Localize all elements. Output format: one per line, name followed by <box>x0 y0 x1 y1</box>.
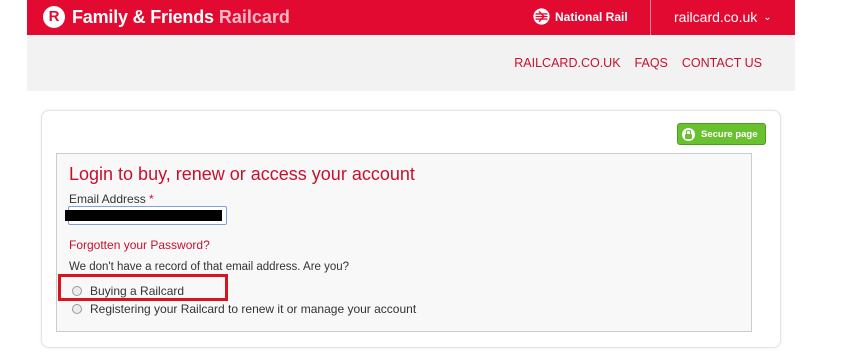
option-registering-label: Registering your Railcard to renew it or… <box>90 302 417 316</box>
site-menu-label: railcard.co.uk <box>674 9 758 25</box>
secondary-nav: RAILCARD.CO.UK FAQS CONTACT US <box>27 35 795 91</box>
email-not-found-message: We don't have a record of that email add… <box>69 261 350 273</box>
option-registering-railcard[interactable]: Registering your Railcard to renew it or… <box>72 302 416 316</box>
nav-link-contact-us[interactable]: CONTACT US <box>682 56 762 70</box>
email-label: Email Address * <box>69 192 154 206</box>
national-rail-logo: National Rail <box>533 8 628 25</box>
radio-registering-railcard[interactable] <box>72 304 82 314</box>
login-form-panel: Login to buy, renew or access your accou… <box>56 153 752 332</box>
national-rail-label: National Rail <box>555 9 628 24</box>
redacted-email-overlay <box>65 210 222 221</box>
nav-link-faqs[interactable]: FAQS <box>635 56 668 70</box>
chevron-down-icon: ⌄ <box>763 11 772 23</box>
secure-page-label: Secure page <box>701 128 758 140</box>
required-marker: * <box>149 192 154 206</box>
site-menu-dropdown[interactable]: railcard.co.uk ⌄ <box>674 9 772 25</box>
header-divider <box>650 0 651 35</box>
brand-name-secondary: Railcard <box>218 6 290 27</box>
login-heading: Login to buy, renew or access your accou… <box>69 164 415 184</box>
secure-page-badge: Secure page <box>677 123 766 145</box>
national-rail-icon <box>533 8 550 25</box>
top-header-bar: R Family & Friends Railcard National Rai… <box>27 0 795 35</box>
forgot-password-link[interactable]: Forgotten your Password? <box>69 238 210 252</box>
lock-icon <box>682 127 695 141</box>
railcard-logo-icon: R <box>43 6 65 28</box>
email-label-text: Email Address <box>69 192 146 206</box>
nav-link-railcard[interactable]: RAILCARD.CO.UK <box>514 56 620 70</box>
annotation-highlight-box <box>58 274 228 301</box>
login-card: Secure page Login to buy, renew or acces… <box>41 110 781 348</box>
brand-logo[interactable]: R Family & Friends Railcard <box>43 5 290 29</box>
brand-name-primary: Family & Friends <box>72 6 214 27</box>
